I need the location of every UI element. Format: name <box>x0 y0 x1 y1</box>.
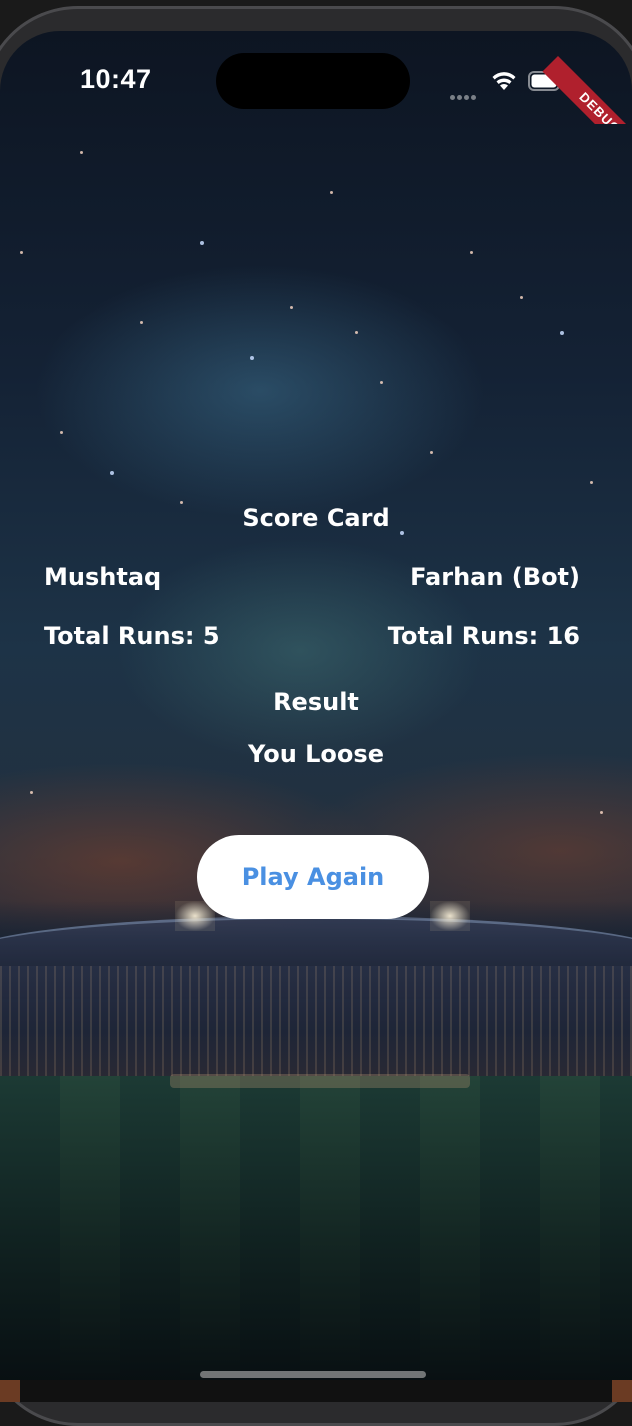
status-time: 10:47 <box>80 64 152 94</box>
star <box>560 331 564 335</box>
player2-name: Farhan (Bot) <box>410 563 580 591</box>
cricket-field <box>0 1076 632 1402</box>
star <box>430 451 433 454</box>
star <box>60 431 63 434</box>
player2-total-runs: Total Runs: 16 <box>387 622 580 650</box>
result-value: You Loose <box>248 740 384 768</box>
device-edge <box>0 1380 20 1402</box>
device-bottom-bezel <box>0 1380 632 1402</box>
star <box>600 811 603 814</box>
dynamic-island <box>216 53 410 109</box>
wifi-icon <box>492 72 516 90</box>
debug-label: DEBUG <box>542 56 632 124</box>
star <box>355 331 358 334</box>
cricket-pitch <box>170 1074 470 1088</box>
scorecard-title: Score Card <box>242 504 390 532</box>
star <box>20 251 23 254</box>
star <box>380 381 383 384</box>
star <box>330 191 333 194</box>
device-edge <box>612 1380 632 1402</box>
play-again-button[interactable]: Play Again <box>197 835 429 919</box>
result-heading: Result <box>273 688 359 716</box>
stadium-stands <box>0 966 632 1076</box>
cellular-signal-icon <box>450 85 480 100</box>
home-indicator[interactable] <box>200 1371 426 1378</box>
app-screen <box>0 31 632 1402</box>
star <box>520 296 523 299</box>
star <box>80 151 83 154</box>
star <box>110 471 114 475</box>
star <box>470 251 473 254</box>
star <box>200 241 204 245</box>
floodlight <box>430 901 470 931</box>
star <box>250 356 254 360</box>
debug-banner: DEBUG <box>540 32 632 124</box>
player1-total-runs: Total Runs: 5 <box>44 622 220 650</box>
star <box>140 321 143 324</box>
star <box>590 481 593 484</box>
star <box>290 306 293 309</box>
star <box>30 791 33 794</box>
player1-name: Mushtaq <box>44 563 162 591</box>
